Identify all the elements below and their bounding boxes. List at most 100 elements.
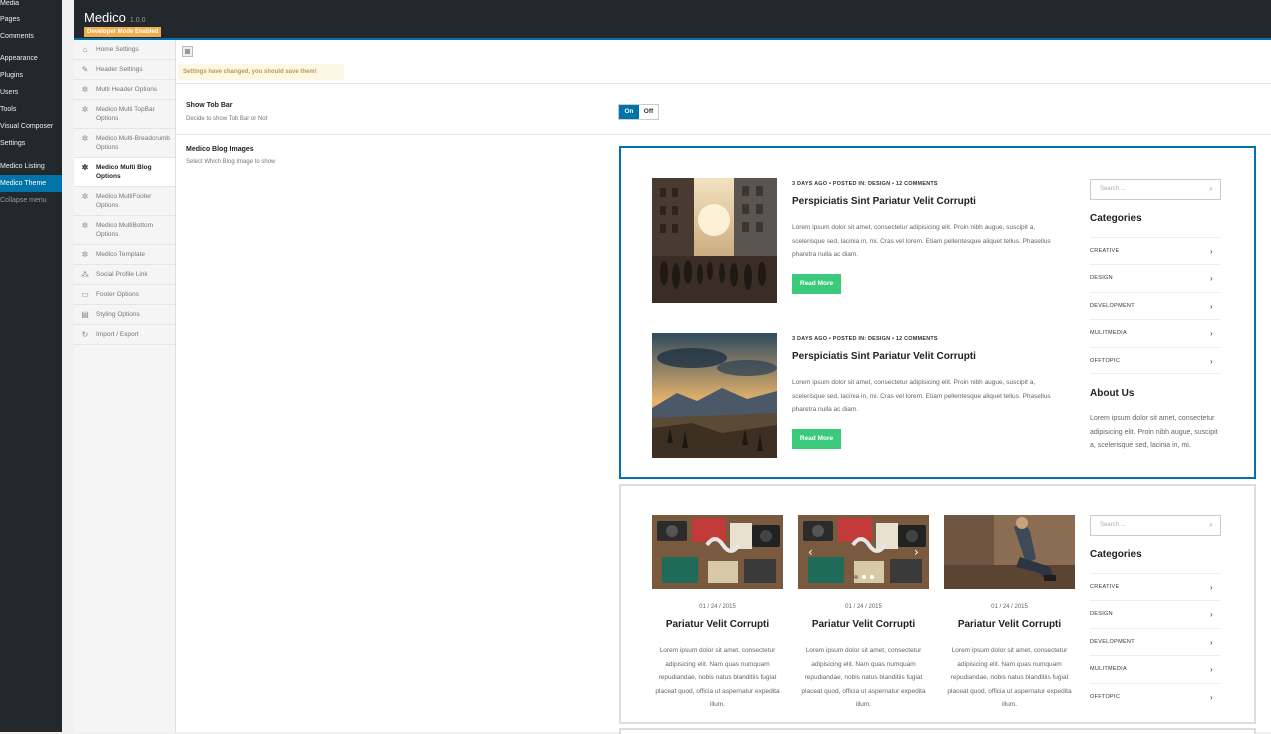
options-header: Medico 1.0.0 Developer Mode Enabled [74, 0, 1271, 40]
category-item[interactable]: DEVELOPMENT › [1090, 628, 1221, 655]
post-title[interactable]: Perspiciatis Sint Pariatur Velit Corrupt… [792, 196, 976, 207]
search-input[interactable]: Search ... ⌕ [1090, 179, 1221, 200]
post-date: 01 / 24 / 2015 [845, 604, 882, 610]
sidebar-item-multifooter-options[interactable]: ✲ Medico MultiFooter Options [74, 187, 175, 216]
post-date: 01 / 24 / 2015 [991, 604, 1028, 610]
sidebar-item-label: Medico Multi Blog Options [96, 164, 152, 180]
theme-title: Medico 1.0.0 [84, 10, 146, 25]
post-title[interactable]: Pariatur Velit Corrupti [939, 619, 1080, 630]
chevron-right-icon: › [1210, 610, 1213, 619]
collapse-menu-button[interactable]: Collapse menu [0, 192, 62, 209]
read-more-button[interactable]: Read More [792, 274, 841, 294]
chevron-right-icon: › [1210, 329, 1213, 338]
search-icon: ⌕ [1209, 522, 1213, 529]
menu-item-settings[interactable]: Settings [0, 135, 62, 152]
category-item[interactable]: DEVELOPMENT › [1090, 292, 1221, 319]
post-image-mountain-landscape [652, 333, 777, 458]
category-item[interactable]: DESIGN › [1090, 264, 1221, 291]
sidebar-item-multi-header-options[interactable]: ✲ Multi Header Options [74, 80, 175, 100]
category-item[interactable]: DESIGN › [1090, 600, 1221, 627]
chevron-right-icon: › [1210, 302, 1213, 311]
chevron-right-icon: › [1210, 274, 1213, 283]
expand-options-icon[interactable] [182, 46, 193, 57]
search-placeholder: Search ... [1100, 522, 1126, 528]
sidebar-item-label: Social Profile Link [96, 271, 148, 278]
cog-icon: ✲ [81, 85, 89, 94]
pencil-icon: ✎ [81, 65, 89, 74]
settings-changed-notice: Settings have changed, you should save t… [178, 64, 344, 80]
sidebar-item-footer-options[interactable]: ▭ Footer Options [74, 285, 175, 305]
menu-item-users[interactable]: Users [0, 84, 62, 101]
about-us-text: Lorem ipsum dolor sit amet, consectetur … [1090, 415, 1218, 449]
document-icon: ▤ [81, 310, 89, 319]
search-placeholder: Search ... [1100, 186, 1126, 192]
sidebar-item-label: Footer Options [96, 291, 139, 298]
menu-item-medico-listing[interactable]: Medico Listing [0, 158, 62, 175]
chevron-right-icon: › [1210, 665, 1213, 674]
sidebar-item-label: Header Settings [96, 66, 143, 73]
sidebar-item-label: Import / Export [96, 331, 139, 338]
toggle-off-button[interactable]: Off [639, 105, 658, 119]
sidebar-item-multi-breadcrumb-options[interactable]: ✲ Medico Multi-Breadcrumb Options [74, 129, 175, 158]
post-image-city-street [652, 178, 777, 303]
sidebar-item-social-profile-link[interactable]: ⁂ Social Profile Link [74, 265, 175, 285]
menu-item-medico-theme[interactable]: Medico Theme [0, 175, 62, 192]
menu-item-visual-composer[interactable]: Visual Composer [0, 118, 62, 135]
divider [176, 83, 1271, 84]
sidebar-item-import-export[interactable]: ↻ Import / Export [74, 325, 175, 345]
blog-layout-option-grid[interactable]: 01 / 24 / 2015 Pariatur Velit Corrupti L… [619, 484, 1256, 724]
svg-text:›: › [914, 545, 919, 559]
search-input[interactable]: Search ... ⌕ [1090, 515, 1221, 536]
sidebar-item-label: Medico MultiBottom Options [96, 222, 154, 238]
field-desc-blog-images: Select Which Blog Image to show [186, 159, 276, 165]
cog-icon: ✲ [81, 105, 89, 114]
chevron-right-icon: › [1210, 693, 1213, 702]
menu-item-appearance[interactable]: Appearance [0, 50, 62, 67]
field-title-show-top-bar: Show Tob Bar [186, 102, 233, 109]
chevron-right-icon: › [1210, 583, 1213, 592]
menu-item-plugins[interactable]: Plugins [0, 67, 62, 84]
category-item[interactable]: CREATIVE › [1090, 237, 1221, 264]
category-item[interactable]: MULITMEDIA › [1090, 319, 1221, 346]
post-excerpt: Lorem ipsum dolor sit amet, consectetur … [947, 647, 1072, 708]
post-image-slider: ‹ › [798, 515, 929, 589]
post-title[interactable]: Pariatur Velit Corrupti [647, 619, 788, 630]
chevron-right-icon: › [1210, 638, 1213, 647]
sidebar-item-medico-template[interactable]: ✲ Medico Template [74, 245, 175, 265]
post-meta: 3 DAYS AGO • POSTED IN: DESIGN • 12 COMM… [792, 181, 938, 187]
categories-title: Categories [1090, 213, 1142, 224]
category-item[interactable]: OFFTOPIC › [1090, 683, 1221, 710]
toggle-on-button[interactable]: On [619, 105, 639, 119]
menu-gutter [62, 0, 74, 732]
cog-icon: ✲ [81, 192, 89, 201]
sidebar-item-home-settings[interactable]: ⌂ Home Settings [74, 40, 175, 60]
menu-item-pages[interactable]: Pages [0, 11, 62, 28]
category-item[interactable]: CREATIVE › [1090, 573, 1221, 600]
monitor-icon: ▭ [81, 290, 89, 299]
show-top-bar-toggle: On Off [618, 104, 659, 120]
blog-layout-option-list[interactable]: 3 DAYS AGO • POSTED IN: DESIGN • 12 COMM… [619, 146, 1256, 479]
read-more-button[interactable]: Read More [792, 429, 841, 449]
post-title[interactable]: Perspiciatis Sint Pariatur Velit Corrupt… [792, 351, 976, 362]
field-desc-show-top-bar: Decide to show Tob Bar or Not [186, 116, 268, 122]
sidebar-item-styling-options[interactable]: ▤ Styling Options [74, 305, 175, 325]
menu-item-comments[interactable]: Comments [0, 28, 62, 45]
sidebar-item-multibottom-options[interactable]: ✲ Medico MultiBottom Options [74, 216, 175, 245]
category-item[interactable]: MULITMEDIA › [1090, 655, 1221, 682]
sidebar-item-header-settings[interactable]: ✎ Header Settings [74, 60, 175, 80]
home-icon: ⌂ [82, 45, 88, 54]
sidebar-item-multi-blog-options[interactable]: ✲ Medico Multi Blog Options [74, 158, 175, 187]
menu-item-tools[interactable]: Tools [0, 101, 62, 118]
chevron-right-icon: › [1210, 247, 1213, 256]
blog-layout-option-third[interactable] [619, 728, 1256, 734]
sidebar-item-multi-topbar-options[interactable]: ✲ Medico Multi TopBar Options [74, 100, 175, 129]
post-excerpt: Lorem ipsum dolor sit amet, consectetur … [792, 379, 1051, 413]
sidebar-item-label: Home Settings [96, 46, 139, 53]
admin-menu: Media Pages Comments Appearance Plugins … [0, 0, 62, 732]
cog-icon: ✲ [81, 134, 89, 143]
post-excerpt: Lorem ipsum dolor sit amet, consectetur … [655, 647, 780, 708]
sidebar-item-label: Medico Multi TopBar Options [96, 106, 155, 122]
category-item[interactable]: OFFTOPIC › [1090, 347, 1221, 374]
post-title[interactable]: Pariatur Velit Corrupti [793, 619, 934, 630]
svg-text:‹: ‹ [808, 545, 813, 559]
